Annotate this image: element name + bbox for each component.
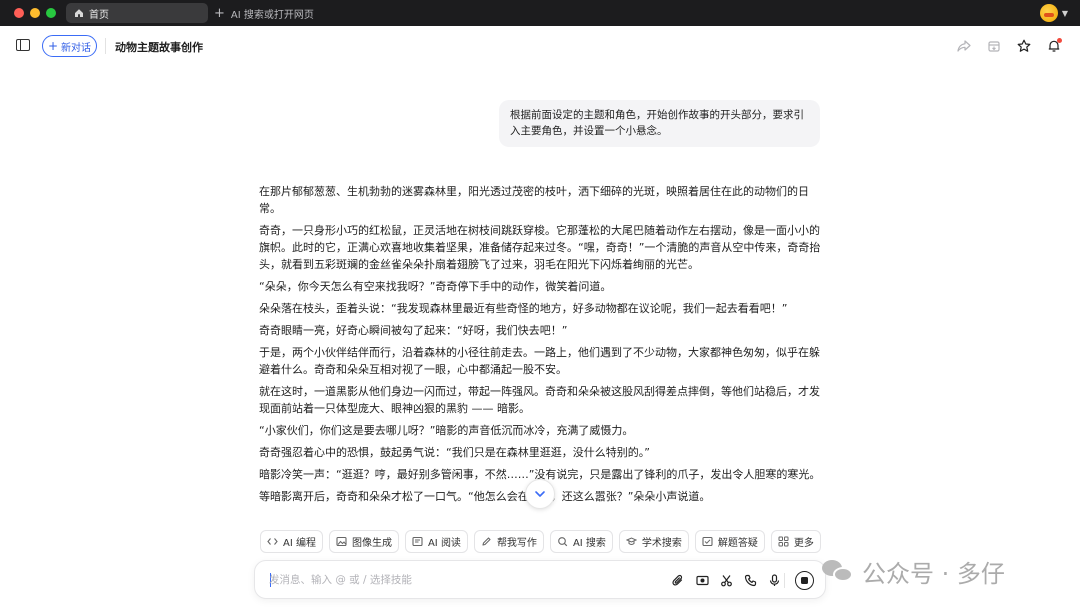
chevron-down-icon: [535, 491, 545, 497]
response-paragraph: 奇奇眼睛一亮，好奇心瞬间被勾了起来：“好呀，我们快去吧！”: [259, 324, 568, 337]
notification-dot: [1057, 38, 1062, 43]
star-icon[interactable]: [1016, 38, 1032, 54]
image-icon: [336, 536, 347, 547]
avatar[interactable]: [1039, 4, 1058, 22]
chip-label: AI 阅读: [427, 538, 461, 549]
response-paragraph: 在那片郁郁葱葱、生机勃勃的迷雾森林里，阳光透过茂密的枝叶，洒下细碎的光斑，映照着…: [259, 185, 809, 215]
quick-action-academic-search[interactable]: 学术搜索: [618, 530, 689, 553]
solve-icon: [702, 536, 713, 547]
response-paragraph: 就在这时，一道黑影从他们身边一闪而过，带起一阵强风。奇奇和朵朵被这股风刮得差点摔…: [259, 385, 820, 415]
toolbar-actions: [956, 38, 1062, 54]
reader-icon: [412, 536, 423, 547]
mic-icon[interactable]: [766, 572, 782, 588]
share-icon[interactable]: [956, 38, 972, 54]
minimize-window-button[interactable]: [30, 8, 40, 18]
quick-action-ai-coding[interactable]: AI 编程: [260, 530, 323, 553]
account-menu[interactable]: ▼: [1039, 4, 1068, 22]
chip-label: 学术搜索: [641, 538, 682, 549]
chip-label: 更多: [793, 538, 814, 549]
response-paragraph: 朵朵落在枝头，歪着头说：“我发现森林里最近有些奇怪的地方，好多动物都在议论呢，我…: [259, 302, 788, 315]
chip-label: 解题答疑: [717, 538, 758, 549]
maximize-window-button[interactable]: [46, 8, 56, 18]
toolbar: + 新对话 动物主题故事创作: [0, 26, 1080, 66]
chip-label: 图像生成: [351, 538, 392, 549]
home-icon: [75, 9, 83, 17]
screenshot-icon[interactable]: [694, 572, 710, 588]
response-paragraph: 于是，两个小伙伴结伴而行，沿着森林的小径往前走去。一路上，他们遇到了不少动物，大…: [259, 346, 820, 376]
quick-action-ai-reading[interactable]: AI 阅读: [404, 530, 468, 553]
quick-action-problem-solving[interactable]: 解题答疑: [694, 530, 765, 553]
new-tab-label: AI 搜索或打开网页: [230, 9, 314, 21]
new-tab-button[interactable]: + AI 搜索或打开网页: [214, 3, 314, 23]
chevron-down-icon: ▼: [1061, 8, 1068, 18]
page-title: 动物主题故事创作: [115, 41, 203, 54]
new-chat-button[interactable]: + 新对话: [42, 35, 97, 57]
close-window-button[interactable]: [14, 8, 24, 18]
response-paragraph: 奇奇强忍着心中的恐惧，鼓起勇气说：“我们只是在森林里逛逛，没什么特别的。”: [259, 446, 650, 459]
chip-label: AI 搜索: [572, 538, 606, 549]
user-message-bubble: 根据前面设定的主题和角色，开始创作故事的开头部分，要求引入主要角色，并设置一个小…: [499, 100, 820, 147]
stop-icon[interactable]: [795, 571, 814, 590]
response-paragraph: 奇奇，一只身形小巧的红松鼠，正灵活地在树枝间跳跃穿梭。它那蓬松的大尾巴随着动作左…: [259, 224, 821, 271]
grid-icon: [778, 536, 789, 547]
quick-action-more[interactable]: 更多: [770, 530, 821, 553]
watermark-text: 公众号 · 多仔: [862, 560, 1005, 588]
title-bar: 首页 + AI 搜索或打开网页 ▼: [0, 0, 1080, 26]
tab-label: 首页: [89, 9, 109, 21]
quick-action-ai-search[interactable]: AI 搜索: [549, 530, 613, 553]
search-icon: [558, 537, 568, 547]
bell-icon[interactable]: [1046, 38, 1062, 54]
phone-icon[interactable]: [742, 572, 758, 588]
code-icon: [267, 538, 278, 545]
scroll-to-bottom-button[interactable]: [525, 479, 555, 509]
assistant-response: 在那片郁郁葱葱、生机勃勃的迷雾森林里，阳光透过茂密的枝叶，洒下细碎的光斑，映照着…: [259, 183, 825, 528]
chip-label: AI 编程: [283, 538, 316, 549]
response-paragraph: “小家伙们，你们这是要去哪儿呀？”暗影的声音低沉而冰冷，充满了威慑力。: [259, 424, 634, 437]
export-icon[interactable]: [986, 38, 1002, 54]
quick-actions-bar: AI 编程 图像生成 AI 阅读 帮我写作 AI 搜索 学术搜索 解题答疑 更多: [260, 530, 821, 553]
divider: [105, 38, 106, 54]
plus-icon: +: [214, 5, 225, 21]
attach-icon[interactable]: [670, 572, 686, 588]
chip-label: 帮我写作: [496, 538, 537, 549]
message-composer: [254, 560, 826, 599]
quick-action-writing[interactable]: 帮我写作: [473, 530, 544, 553]
message-input[interactable]: [269, 572, 649, 588]
quick-action-image-generation[interactable]: 图像生成: [328, 530, 399, 553]
divider: [784, 573, 785, 588]
wechat-logo-icon: [822, 558, 854, 586]
response-paragraph: “朵朵，你今天怎么有空来找我呀？”奇奇停下手中的动作，微笑着问道。: [259, 280, 612, 293]
sidebar-toggle-icon[interactable]: [16, 39, 30, 51]
new-chat-label: 新对话: [61, 42, 92, 54]
watermark: 公众号 · 多仔: [822, 554, 1005, 589]
scissors-icon[interactable]: [718, 572, 734, 588]
academic-icon: [625, 537, 637, 545]
plus-icon: +: [47, 39, 59, 53]
tab-home[interactable]: 首页: [66, 3, 208, 23]
pen-icon: [482, 537, 491, 546]
composer-tools: [670, 572, 782, 588]
